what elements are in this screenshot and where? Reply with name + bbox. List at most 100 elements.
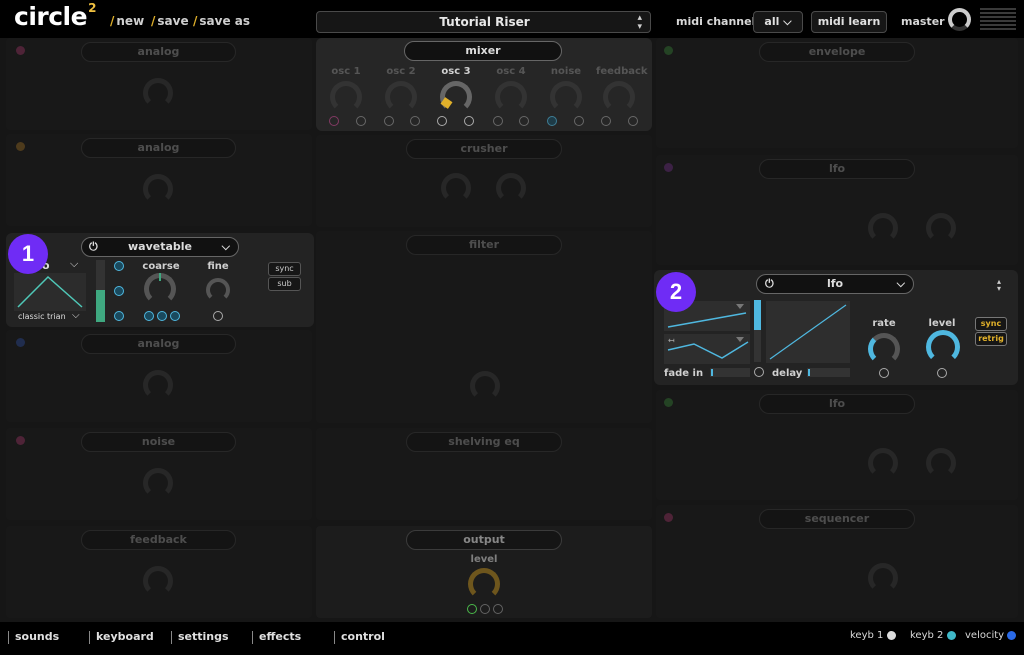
mod-port[interactable] (937, 368, 947, 378)
shelving-eq-slot[interactable]: shelving eq (316, 428, 652, 520)
knob[interactable] (868, 448, 898, 478)
preset-selector[interactable]: Tutorial Riser ▴ ▾ (316, 11, 651, 33)
osc1-level-knob[interactable] (330, 81, 362, 113)
osc2-slot[interactable]: analog (6, 134, 312, 226)
tab-keyboard[interactable]: keyboard (89, 630, 154, 644)
lfo-retrig-button[interactable]: retrig (975, 332, 1007, 346)
knob[interactable] (868, 213, 898, 243)
knob[interactable] (143, 468, 173, 498)
lfo-shape-2[interactable]: ↤ (664, 334, 750, 364)
mod-port[interactable] (628, 116, 638, 126)
output-level-knob[interactable] (468, 568, 500, 600)
mod-port[interactable] (601, 116, 611, 126)
save-as-link[interactable]: / save as (193, 14, 250, 28)
lfo3-slot[interactable]: lfo (656, 390, 1018, 500)
knob[interactable] (868, 563, 898, 593)
osc4-type-select[interactable]: analog (81, 334, 236, 354)
osc1-slot[interactable]: analog (6, 38, 312, 130)
mod-port[interactable] (493, 604, 503, 614)
knob[interactable] (441, 173, 471, 203)
mod-port[interactable] (114, 261, 124, 271)
mod-port[interactable] (547, 116, 557, 126)
new-link[interactable]: / new (110, 14, 144, 28)
mod-port[interactable] (356, 116, 366, 126)
feedback-slot[interactable]: feedback (6, 526, 312, 618)
lfo3-type-select[interactable]: lfo (759, 394, 915, 414)
crusher-slot[interactable]: crusher (316, 135, 652, 227)
position-slider[interactable] (96, 260, 105, 322)
fine-knob[interactable] (206, 278, 230, 302)
noise-type-select[interactable]: noise (81, 432, 236, 452)
noise-slot[interactable]: noise (6, 428, 312, 520)
sequencer-type-select[interactable]: sequencer (759, 509, 915, 529)
tab-control[interactable]: control (334, 630, 385, 644)
master-volume-knob[interactable] (948, 8, 971, 31)
osc1-type-select[interactable]: analog (81, 42, 236, 62)
mod-port[interactable] (493, 116, 503, 126)
mod-port[interactable] (879, 368, 889, 378)
wavetable-type-select[interactable]: ⏻ wavetable ⌵ (81, 237, 239, 257)
lfo1-slot[interactable]: lfo (656, 155, 1018, 265)
lfo-amount-slider[interactable] (754, 300, 761, 362)
osc2-type-select[interactable]: analog (81, 138, 236, 158)
sub-button[interactable]: sub (268, 277, 301, 291)
tab-effects[interactable]: effects (252, 630, 301, 644)
envelope-slot[interactable]: envelope (656, 38, 1018, 148)
sequencer-slot[interactable]: sequencer (656, 505, 1018, 618)
knob[interactable] (470, 371, 500, 401)
knob[interactable] (143, 174, 173, 204)
tab-settings[interactable]: settings (171, 630, 229, 644)
knob[interactable] (143, 566, 173, 596)
knob[interactable] (926, 213, 956, 243)
chevron-down-icon[interactable]: ⌵ (72, 310, 80, 321)
fade-in-slider[interactable] (710, 368, 750, 377)
filter-slot[interactable]: filter (316, 231, 652, 423)
osc4-level-knob[interactable] (495, 81, 527, 113)
mod-port[interactable] (213, 311, 223, 321)
lfo1-type-select[interactable]: lfo (759, 159, 915, 179)
mod-port[interactable] (157, 311, 167, 321)
midi-learn-button[interactable]: midi learn (811, 11, 887, 33)
mod-port[interactable] (114, 286, 124, 296)
power-icon[interactable]: ⏻ (765, 275, 774, 293)
sync-button[interactable]: sync (268, 262, 301, 276)
knob[interactable] (143, 370, 173, 400)
feedback-level-knob[interactable] (603, 81, 635, 113)
osc2-level-knob[interactable] (385, 81, 417, 113)
mod-port[interactable] (467, 604, 477, 614)
tab-sounds[interactable]: sounds (8, 630, 59, 644)
mod-port[interactable] (480, 604, 490, 614)
delay-slider[interactable] (807, 368, 850, 377)
power-icon[interactable]: ⏻ (89, 238, 98, 256)
mod-port[interactable] (144, 311, 154, 321)
save-link[interactable]: / save (151, 14, 189, 28)
mod-port[interactable] (437, 116, 447, 126)
mod-port[interactable] (170, 311, 180, 321)
mod-port[interactable] (410, 116, 420, 126)
up-down-chevron-icon[interactable]: ▴ ▾ (997, 278, 1001, 293)
waveform-display[interactable] (14, 273, 86, 311)
mod-port[interactable] (464, 116, 474, 126)
rate-knob[interactable] (868, 333, 900, 365)
filter-type-select[interactable]: filter (406, 235, 562, 255)
mod-port[interactable] (329, 116, 339, 126)
level-knob[interactable] (926, 330, 960, 364)
midi-channel-select[interactable]: all ⌵ (753, 11, 803, 33)
osc4-slot[interactable]: analog (6, 330, 312, 422)
mod-port[interactable] (384, 116, 394, 126)
noise-level-knob[interactable] (550, 81, 582, 113)
knob[interactable] (926, 448, 956, 478)
feedback-type-select[interactable]: feedback (81, 530, 236, 550)
up-down-chevron-icon[interactable]: ▴ ▾ (637, 14, 642, 32)
crusher-type-select[interactable]: crusher (406, 139, 562, 159)
mod-port[interactable] (754, 367, 764, 377)
mod-port[interactable] (574, 116, 584, 126)
mod-port[interactable] (519, 116, 529, 126)
knob[interactable] (496, 173, 526, 203)
knob[interactable] (143, 78, 173, 108)
chevron-down-icon[interactable]: ⌵ (70, 257, 78, 271)
mod-port[interactable] (114, 311, 124, 321)
lfo-sync-button[interactable]: sync (975, 317, 1007, 331)
envelope-type-select[interactable]: envelope (759, 42, 915, 62)
lfo-type-select[interactable]: ⏻ lfo ⌵ (756, 274, 914, 294)
